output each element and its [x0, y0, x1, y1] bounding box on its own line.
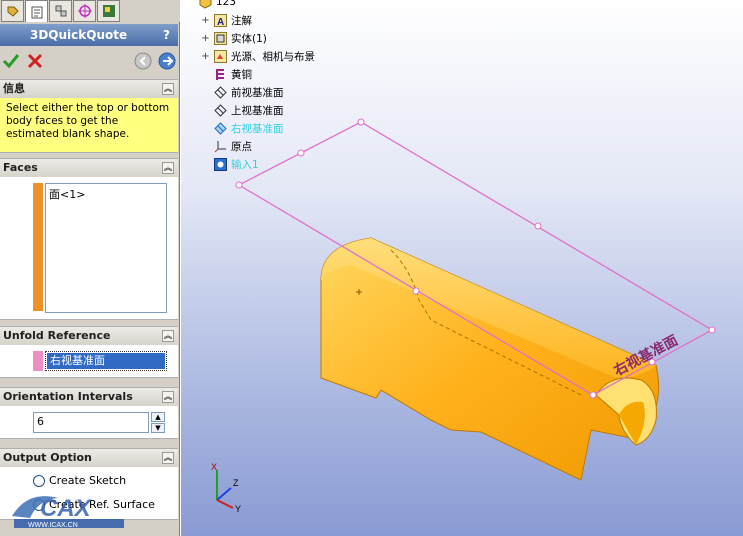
tab-dimxpert-manager[interactable] — [73, 0, 96, 22]
unfold-reference-value: 右视基准面 — [47, 353, 165, 369]
orientation-intervals-spinner[interactable]: ▲ ▼ — [151, 412, 165, 433]
cancel-button[interactable] — [26, 52, 44, 70]
collapse-icon[interactable]: ︽ — [162, 330, 174, 342]
tab-feature-manager[interactable] — [1, 0, 24, 22]
faces-color-swatch — [33, 183, 43, 311]
collapse-icon[interactable]: ︽ — [162, 83, 174, 95]
svg-text:Y: Y — [235, 504, 241, 514]
radio-icon[interactable] — [33, 474, 45, 487]
property-manager-icon — [31, 6, 42, 18]
spin-down-icon[interactable]: ▼ — [151, 423, 165, 433]
output-option-header[interactable]: Output Option ︽ — [0, 449, 178, 467]
output-option-label: Output Option — [3, 451, 92, 464]
reference-color-swatch — [33, 351, 43, 371]
pm-actions — [0, 48, 178, 74]
feature-manager-icon — [7, 6, 19, 17]
manager-tabs — [0, 0, 180, 22]
configuration-icon — [55, 5, 66, 17]
watermark-text: WWW.ICAX.CN — [28, 522, 78, 529]
part-body[interactable] — [320, 237, 660, 481]
back-button[interactable] — [134, 52, 152, 70]
orientation-intervals-header[interactable]: Orientation Intervals ︽ — [0, 388, 178, 406]
info-header[interactable]: 信息 ︽ — [0, 80, 178, 98]
unfold-reference-field[interactable]: 右视基准面 — [45, 351, 167, 371]
orientation-intervals-value: 6 — [37, 415, 44, 428]
view-triad: X Y Z — [211, 462, 241, 514]
tab-display-manager[interactable] — [97, 0, 120, 22]
faces-listbox[interactable]: 面<1> — [45, 183, 167, 313]
orientation-intervals-section: Orientation Intervals ︽ 6 ▲ ▼ — [0, 387, 178, 439]
help-button[interactable]: ? — [163, 24, 170, 46]
info-section: 信息 ︽ Select either the top or bottom bod… — [0, 79, 178, 153]
svg-text:Z: Z — [233, 478, 239, 488]
faces-section: Faces ︽ 面<1> — [0, 158, 178, 320]
icax-logo: CAX WWW.ICAX.CN — [12, 495, 124, 529]
list-item[interactable]: 面<1> — [46, 184, 166, 204]
tab-property-manager[interactable] — [25, 0, 48, 22]
pm-titlebar: 3DQuickQuote ? — [0, 24, 178, 46]
property-manager: 3DQuickQuote ? 信息 ︽ Select either the to… — [0, 0, 189, 536]
info-header-label: 信息 — [3, 82, 25, 95]
collapse-icon[interactable]: ︽ — [162, 391, 174, 403]
collapse-icon[interactable]: ︽ — [162, 452, 174, 464]
faces-header-label: Faces — [3, 161, 38, 174]
orientation-intervals-input[interactable]: 6 — [33, 412, 149, 433]
pm-title: 3DQuickQuote — [30, 28, 128, 42]
graphics-viewport[interactable]: 123 + A 注解 + 实体(1) + 光源、相机与布景 黄铜 前视基准面 上… — [181, 0, 743, 536]
next-button[interactable] — [158, 52, 176, 70]
tab-configuration-manager[interactable] — [49, 0, 72, 22]
ok-button[interactable] — [2, 52, 20, 70]
unfold-reference-header[interactable]: Unfold Reference ︽ — [0, 327, 178, 345]
svg-text:X: X — [211, 462, 217, 472]
faces-header[interactable]: Faces ︽ — [0, 159, 178, 177]
info-message: Select either the top or bottom body fac… — [0, 98, 178, 152]
display-manager-icon — [102, 5, 115, 17]
crosshair-icon — [77, 4, 92, 18]
unfold-reference-section: Unfold Reference ︽ 右视基准面 — [0, 326, 178, 378]
spin-up-icon[interactable]: ▲ — [151, 412, 165, 422]
orientation-intervals-label: Orientation Intervals — [3, 390, 133, 403]
svg-text:CAX: CAX — [40, 495, 93, 522]
collapse-icon[interactable]: ︽ — [162, 162, 174, 174]
3d-scene: 右视基准面 X Y Z — [211, 118, 716, 514]
unfold-reference-label: Unfold Reference — [3, 329, 111, 342]
